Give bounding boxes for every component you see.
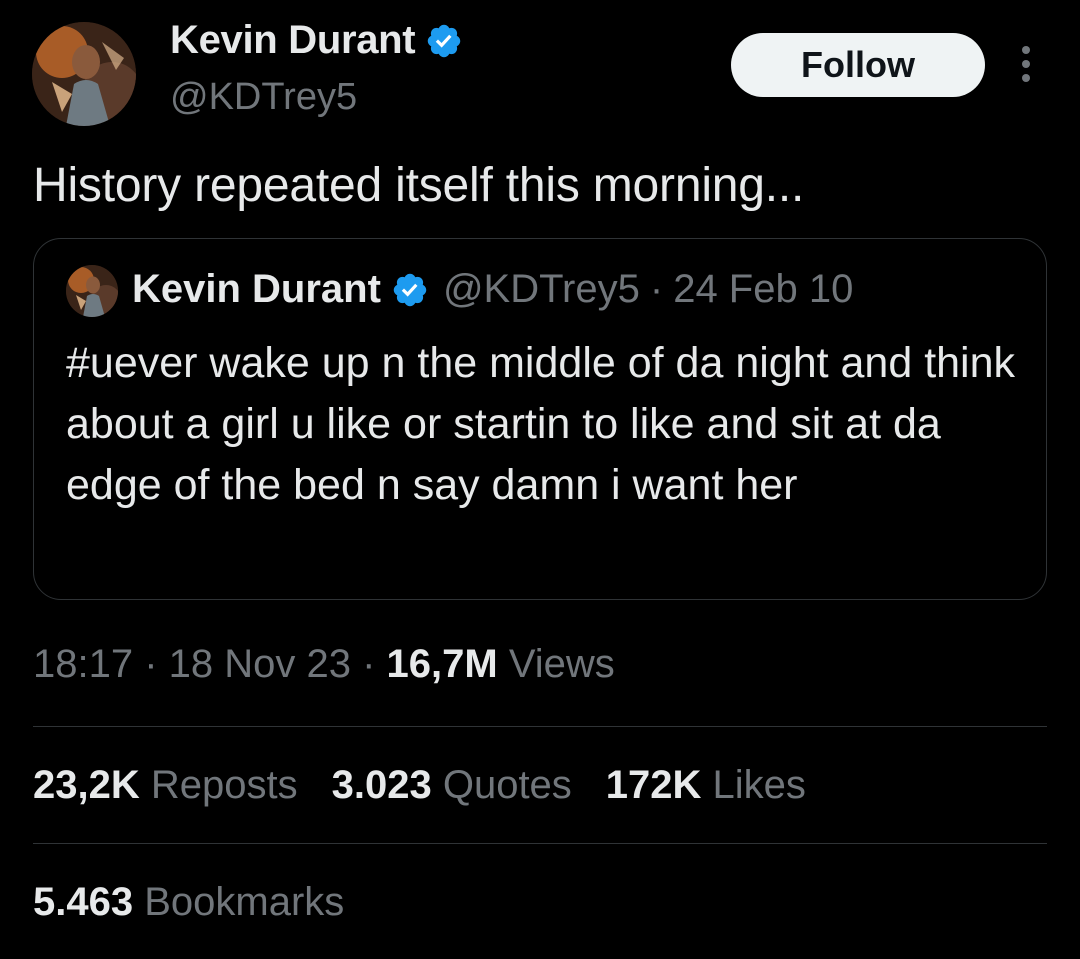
tweet-meta: 18:17 · 18 Nov 23 · 16,7M Views: [33, 642, 615, 687]
more-vertical-icon[interactable]: [1012, 40, 1040, 90]
quoted-separator: ·: [649, 267, 664, 311]
divider: [33, 843, 1047, 844]
quotes-label: Quotes: [431, 763, 572, 807]
bookmarks-count: 5.463: [33, 880, 134, 924]
tweet-text: History repeated itself this morning...: [33, 159, 805, 212]
quoted-date: 24 Feb 10: [673, 267, 854, 311]
tweet-time[interactable]: 18:17: [33, 642, 133, 686]
quoted-author-avatar: [66, 265, 118, 317]
bookmarks-label: Bookmarks: [133, 880, 345, 924]
quoted-tweet-text: #uever wake up n the middle of da night …: [66, 339, 1016, 509]
quotes-count: 3.023: [331, 763, 432, 807]
reposts-label: Reposts: [139, 763, 298, 807]
author-display-name[interactable]: Kevin Durant: [170, 18, 416, 63]
verified-badge-icon: [428, 24, 461, 57]
views-count: 16,7M: [386, 642, 498, 686]
quoted-avatar-image: [66, 265, 118, 317]
tweet-date[interactable]: 18 Nov 23: [169, 642, 351, 686]
follow-button[interactable]: Follow: [731, 33, 985, 97]
verified-badge-icon: [393, 273, 427, 306]
divider: [33, 726, 1047, 727]
author-name-line: Kevin Durant: [170, 18, 463, 63]
reposts-count: 23,2K: [33, 763, 140, 807]
quoted-tweet-card[interactable]: Kevin Durant @KDTrey5 · 24 Feb 10 #uever…: [33, 238, 1047, 600]
likes-label: Likes: [701, 763, 806, 807]
author-handle[interactable]: @KDTrey5: [170, 76, 357, 119]
likes-count: 172K: [605, 763, 702, 807]
author-avatar[interactable]: [32, 22, 136, 126]
bookmarks-stat[interactable]: 5.463 Bookmarks: [33, 880, 344, 925]
meta-separator: ·: [351, 642, 387, 686]
quotes-stat[interactable]: 3.023 Quotes: [332, 763, 572, 808]
quoted-header: Kevin Durant @KDTrey5 · 24 Feb 10: [132, 267, 853, 312]
quoted-display-name: Kevin Durant: [132, 267, 381, 311]
views-label: Views: [497, 642, 615, 686]
reposts-stat[interactable]: 23,2K Reposts: [33, 763, 298, 808]
avatar-image: [32, 22, 136, 126]
quoted-handle: @KDTrey5: [442, 267, 640, 311]
likes-stat[interactable]: 172K Likes: [606, 763, 806, 808]
meta-separator: ·: [133, 642, 169, 686]
engagement-stats: 23,2K Reposts 3.023 Quotes 172K Likes: [33, 763, 840, 808]
